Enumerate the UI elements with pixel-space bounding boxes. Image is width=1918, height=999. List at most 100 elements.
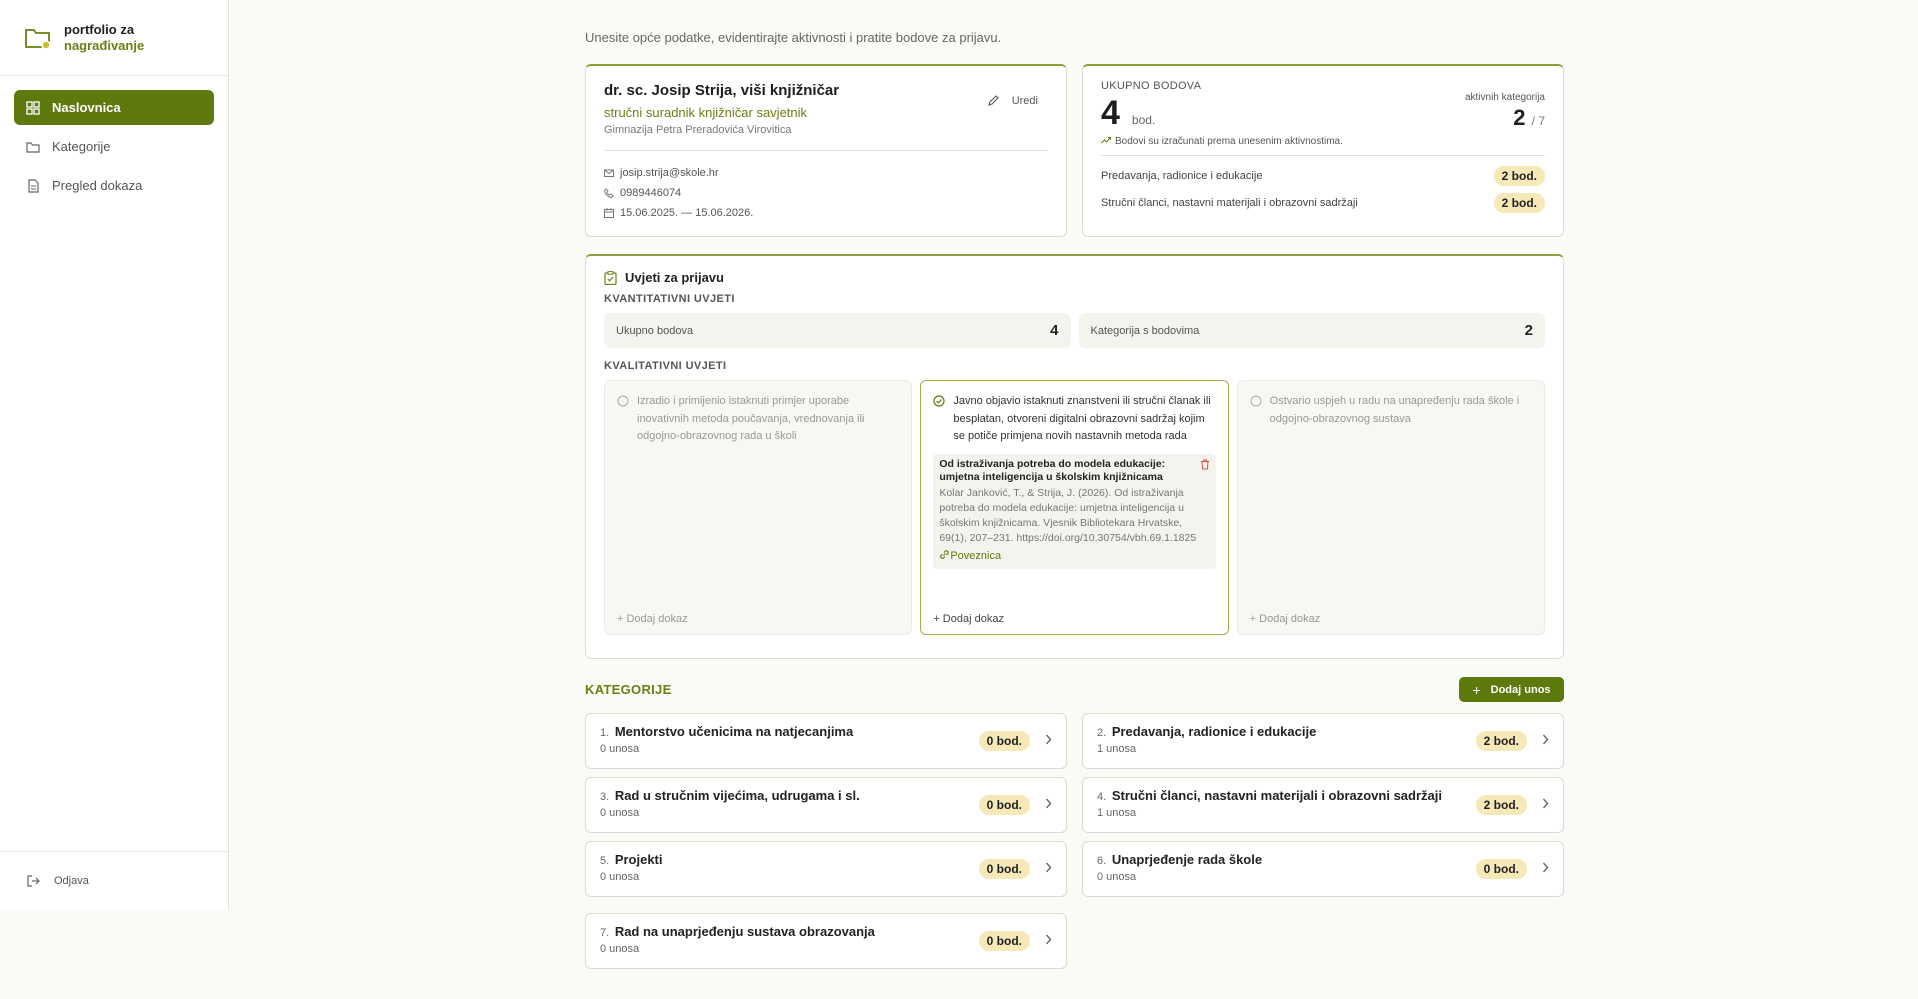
chevron-right-icon [1045,862,1052,873]
sidebar-nav: Naslovnica Kategorije Pregled dokaza [0,76,228,221]
quant-label: Ukupno bodova [616,324,694,337]
conditions-title-text: Uvjeti za prijavu [625,270,724,285]
evidence-item: Od istraživanja potreba do modela edukac… [933,453,1216,569]
category-points-badge: 0 bod. [1475,859,1527,879]
points-total: 4 [1101,94,1120,132]
sidebar-item-label: Kategorije [52,139,111,154]
divider [604,150,1048,151]
points-badge: 2 bod. [1493,192,1545,213]
folder-icon [26,140,40,154]
category-card[interactable]: 2. Predavanja, radionice i edukacije 1 u… [1082,713,1564,769]
points-label: UKUPNO BODOVA [1101,80,1202,92]
category-points-badge: 0 bod. [978,731,1030,751]
sidebar-item-label: Naslovnica [52,100,121,115]
points-badge: 2 bod. [1493,165,1545,186]
trash-icon[interactable] [1200,459,1210,470]
points-row: Stručni članci, nastavni materijali i ob… [1101,189,1545,216]
chevron-right-icon [1542,734,1549,745]
brand-line1: portfolio za [64,21,135,37]
category-card[interactable]: 4. Stručni članci, nastavni materijali i… [1082,777,1564,833]
chevron-right-icon [1045,798,1052,809]
quant-value: 4 [1050,322,1059,339]
profile-role: stručni suradnik knjižničar savjetnik [604,105,808,120]
active-categories-value: 2 [1513,105,1526,130]
category-card[interactable]: 7. Rad na unaprjeđenju sustava obrazovan… [585,913,1067,969]
evidence-link-label: Poveznica [950,549,1002,562]
category-points-badge: 0 bod. [978,859,1030,879]
dashboard-icon [26,100,40,115]
add-evidence-button[interactable]: + Dodaj dokaz [617,613,688,625]
category-points-badge: 2 bod. [1475,795,1527,815]
add-entry-button[interactable]: + Dodaj unos [1459,677,1564,702]
active-categories-of: / 7 [1531,114,1545,128]
points-note: Bodovi su izračunati prema unesenim akti… [1101,136,1545,147]
empty-circle-icon [617,395,629,446]
divider [1101,155,1545,156]
qualitative-criterion: Ostvario uspjeh u radu na unapređenju ra… [1236,380,1545,635]
email-value: josip.strija@skole.hr [620,167,719,179]
check-circle-icon [933,395,945,446]
category-number: 2. [1097,727,1107,739]
document-icon [26,178,40,193]
category-number: 3. [600,791,610,803]
category-title: Rad na unaprjeđenju sustava obrazovanja [614,924,875,939]
quant-value: 2 [1524,322,1533,339]
link-icon [939,549,950,563]
points-row: Predavanja, radionice i edukacije 2 bod. [1101,162,1545,189]
sidebar-item-kategorije[interactable]: Kategorije [14,129,214,164]
category-number: 7. [600,927,610,939]
qualitative-label: KVALITATIVNI UVJETI [604,360,727,372]
conditions-title: Uvjeti za prijavu [604,270,1545,285]
points-row-label: Predavanja, radionice i edukacije [1101,169,1263,182]
sidebar-item-label: Pregled dokaza [52,178,143,193]
add-entry-label: Dodaj unos [1490,683,1551,696]
points-card: UKUPNO BODOVA 4 bod. aktivnih kategorija… [1082,64,1564,237]
logout-button[interactable]: Odjava [0,851,228,910]
active-categories-label: aktivnih kategorija [1464,92,1545,103]
profile-email[interactable]: josip.strija@skole.hr [604,163,1048,183]
brand[interactable]: portfolio za nagrađivanje [0,0,228,76]
profile-school: Gimnazija Petra Preradovića Virovitica [604,124,792,136]
chevron-right-icon [1542,862,1549,873]
category-points-badge: 0 bod. [978,931,1030,951]
qualitative-criterion: Javno objavio istaknuti znanstveni ili s… [920,380,1229,635]
period-value: 15.06.2025. — 15.06.2026. [620,207,754,219]
category-title: Rad u stručnim vijećima, udrugama i sl. [614,788,860,803]
trend-up-icon [1101,136,1112,147]
quant-total-points: Ukupno bodova 4 [604,313,1071,348]
quant-label: Kategorija s bodovima [1090,324,1200,337]
active-categories: aktivnih kategorija 2 / 7 [1465,92,1545,131]
add-evidence-button[interactable]: + Dodaj dokaz [933,613,1004,625]
category-card[interactable]: 1. Mentorstvo učenicima na natjecanjima … [585,713,1067,769]
empty-circle-icon [1250,395,1262,428]
evidence-link[interactable]: Poveznica [939,549,1209,563]
category-title: Mentorstvo učenicima na natjecanjima [614,724,854,739]
sidebar-item-naslovnica[interactable]: Naslovnica [14,90,214,125]
category-title: Unaprjeđenje rada škole [1111,852,1263,867]
quantitative-label: KVANTITATIVNI UVJETI [604,293,735,305]
add-evidence-button[interactable]: + Dodaj dokaz [1250,613,1321,625]
criterion-text: Ostvario uspjeh u radu na unapređenju ra… [1269,395,1520,425]
calendar-icon [604,208,614,218]
points-note-text: Bodovi su izračunati prema unesenim akti… [1115,136,1343,147]
category-card[interactable]: 3. Rad u stručnim vijećima, udrugama i s… [585,777,1067,833]
edit-label: Uredi [1011,94,1038,107]
profile-name: dr. sc. Josip Strija, viši knjižničar [604,82,840,99]
brand-line2: nagrađivanje [64,37,145,53]
category-number: 6. [1097,855,1107,867]
profile-phone: 0989446074 [604,183,1048,203]
edit-profile-button[interactable]: Uredi [987,94,1038,107]
mail-icon [604,168,614,178]
chevron-right-icon [1045,734,1052,745]
category-card[interactable]: 6. Unaprjeđenje rada škole 0 unosa 0 bod… [1082,841,1564,897]
category-points-badge: 0 bod. [978,795,1030,815]
points-row-label: Stručni članci, nastavni materijali i ob… [1101,196,1358,209]
category-points-badge: 2 bod. [1475,731,1527,751]
sidebar: portfolio za nagrađivanje Naslovnica Kat… [0,0,229,910]
portfolio-folder-icon [24,26,52,50]
profile-period: 15.06.2025. — 15.06.2026. [604,203,1048,223]
sidebar-item-pregled-dokaza[interactable]: Pregled dokaza [14,168,214,203]
points-unit: bod. [1131,113,1156,127]
category-title: Projekti [614,852,663,867]
category-card[interactable]: 5. Projekti 0 unosa 0 bod. [585,841,1067,897]
